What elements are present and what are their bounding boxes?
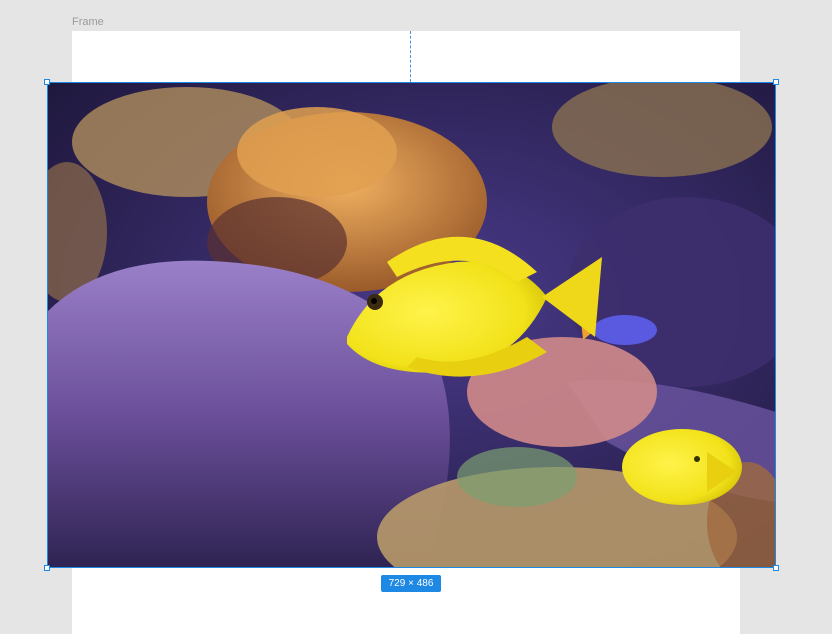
frame-name-label[interactable]: Frame (72, 16, 104, 28)
dimensions-badge: 729 × 486 (381, 575, 441, 592)
aquarium-photo (47, 82, 776, 568)
resize-handle-top-right[interactable] (773, 79, 779, 85)
resize-handle-top-left[interactable] (44, 79, 50, 85)
image-layer[interactable] (47, 82, 776, 568)
resize-handle-bottom-left[interactable] (44, 565, 50, 571)
center-alignment-guide (410, 31, 411, 82)
resize-handle-bottom-right[interactable] (773, 565, 779, 571)
